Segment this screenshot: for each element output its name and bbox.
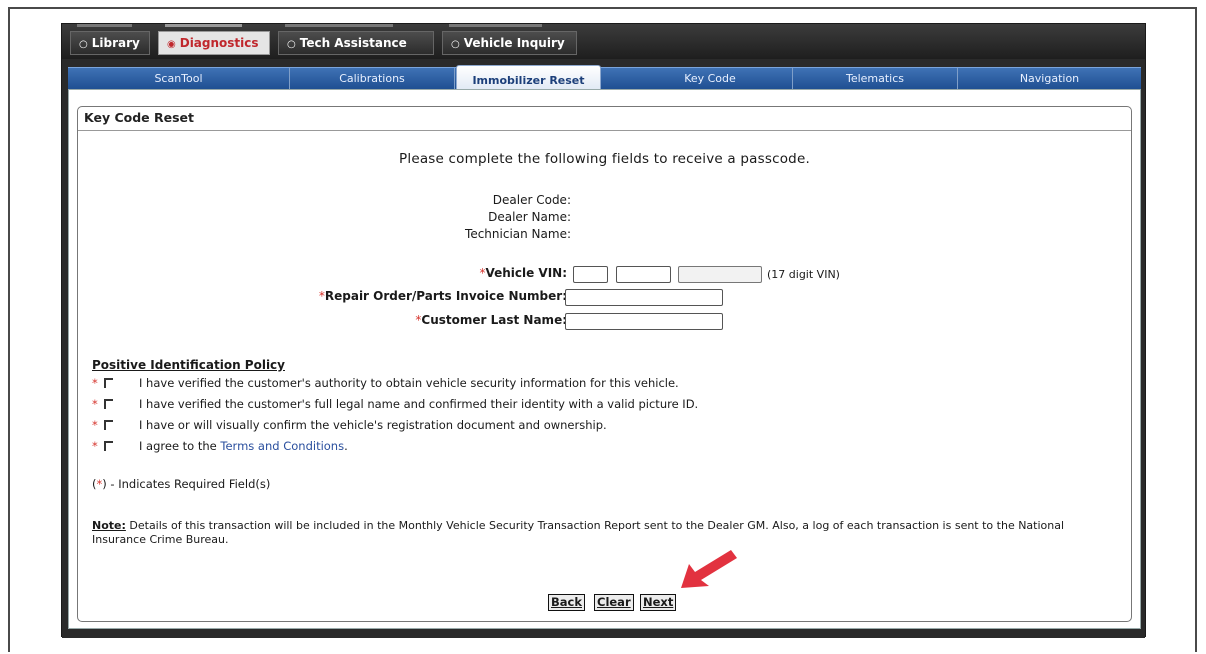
required-star: * — [92, 397, 98, 411]
tab-library[interactable]: ○ Library — [70, 24, 150, 55]
policy-item: * I have verified the customer's full leg… — [92, 397, 699, 411]
top-tab-bar: ○ Library ◉ Diagnostics ○ Tech Assistance ○… — [62, 24, 1145, 59]
tab-label: Vehicle Inquiry — [463, 36, 565, 50]
window-bottom-edge — [62, 630, 1145, 638]
sub-tab-navigation[interactable]: Navigation — [958, 68, 1141, 90]
repair-order-label: *Repair Order/Parts Invoice Number: — [318, 289, 567, 303]
dealer-name-label: Dealer Name: — [488, 210, 571, 224]
vin-field-2[interactable] — [616, 266, 671, 283]
red-arrow-pointer-icon — [681, 550, 737, 588]
repair-order-input[interactable] — [565, 289, 723, 306]
policy-item: * I have or will visually confirm the veh… — [92, 418, 607, 432]
required-field-note: (*) - Indicates Required Field(s) — [92, 477, 271, 491]
policy-item: * I have verified the customer's authorit… — [92, 376, 679, 390]
transaction-note: Note: Details of this transaction will b… — [92, 519, 1065, 546]
terms-checkbox[interactable] — [104, 441, 113, 451]
customer-last-name-input[interactable] — [565, 313, 723, 330]
identity-checkbox[interactable] — [104, 399, 113, 409]
vin-hint: (17 digit VIN) — [767, 268, 840, 281]
sub-tab-key-code[interactable]: Key Code — [628, 68, 793, 90]
tab-vehicle-inquiry[interactable]: ○ Vehicle Inquiry — [442, 24, 577, 55]
radio-icon: ○ — [451, 39, 460, 50]
radio-icon: ○ — [287, 39, 296, 50]
radio-icon: ○ — [79, 39, 88, 50]
sub-tab-telematics[interactable]: Telematics — [793, 68, 958, 90]
intro-text: Please complete the following fields to … — [399, 151, 810, 167]
tab-label: Tech Assistance — [299, 36, 407, 50]
required-star: * — [92, 418, 98, 432]
clear-button[interactable]: Clear — [594, 594, 634, 611]
sub-tab-scantool[interactable]: ScanTool — [68, 68, 290, 90]
note-label: Note: — [92, 519, 126, 532]
vehicle-vin-label: *Vehicle VIN: — [479, 266, 567, 280]
vin-field-1[interactable] — [573, 266, 608, 283]
next-button[interactable]: Next — [640, 594, 677, 611]
tab-diagnostics[interactable]: ◉ Diagnostics — [158, 24, 270, 55]
policy-title: Positive Identification Policy — [92, 358, 285, 372]
key-code-reset-panel: Key Code Reset Please complete the follo… — [77, 106, 1132, 622]
content-area: Key Code Reset Please complete the follo… — [68, 89, 1141, 629]
required-star: * — [92, 439, 98, 453]
application-window: ○ Library ◉ Diagnostics ○ Tech Assistance ○… — [61, 23, 1146, 638]
technician-name-label: Technician Name: — [465, 227, 571, 241]
dealer-code-label: Dealer Code: — [492, 193, 571, 207]
tab-label: Diagnostics — [179, 36, 259, 50]
authority-checkbox[interactable] — [104, 378, 113, 388]
terms-and-conditions-link[interactable]: Terms and Conditions — [220, 439, 344, 453]
tab-tech-assistance[interactable]: ○ Tech Assistance — [278, 24, 434, 55]
customer-last-name-label: *Customer Last Name: — [415, 313, 567, 327]
required-star: * — [92, 376, 98, 390]
policy-item: * I agree to the Terms and Conditions. — [92, 439, 348, 453]
tab-label: Library — [91, 36, 140, 50]
panel-title: Key Code Reset — [78, 107, 1131, 131]
sub-navigation-bar: ScanTool Calibrations Immobilizer Reset … — [68, 65, 1141, 94]
registration-checkbox[interactable] — [104, 420, 113, 430]
radio-selected-icon: ◉ — [167, 39, 176, 50]
back-button[interactable]: Back — [548, 594, 585, 611]
vin-field-3[interactable] — [678, 266, 762, 283]
sub-tab-calibrations[interactable]: Calibrations — [290, 68, 455, 90]
